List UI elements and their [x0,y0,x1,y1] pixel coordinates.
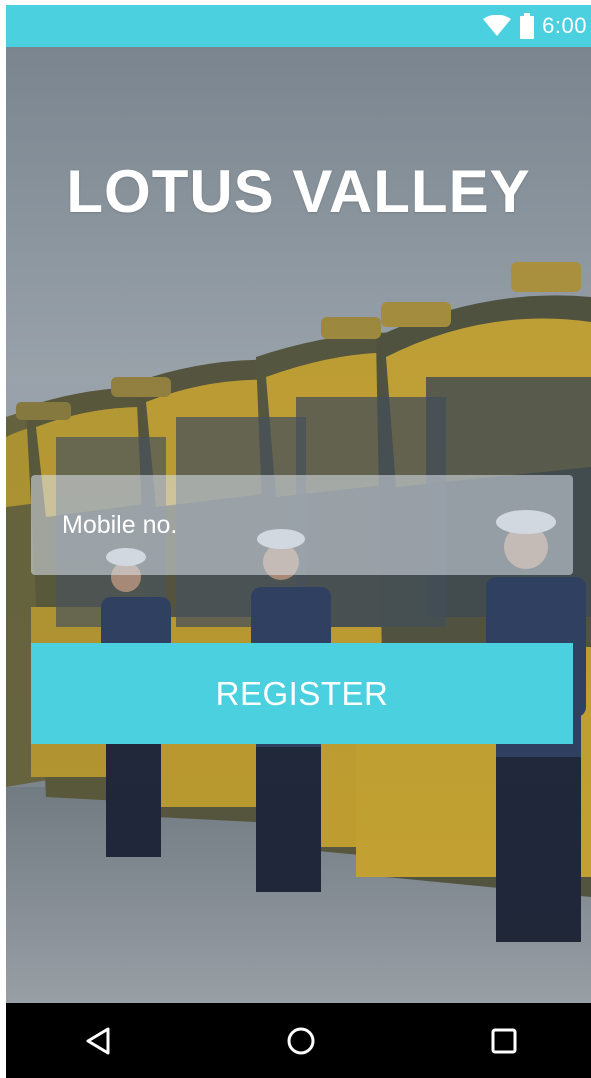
wifi-icon [483,15,512,36]
recents-icon [491,1028,517,1053]
registration-screen: LOTUS VALLEY Mobile no. REGISTER [6,47,591,1003]
nav-recents-button[interactable] [459,1003,549,1078]
home-icon [287,1027,315,1054]
mobile-number-placeholder: Mobile no. [62,510,178,539]
register-button-label: REGISTER [215,674,389,712]
status-clock: 6:00 [542,13,587,38]
status-icons: 6:00 [482,5,587,47]
nav-back-button[interactable] [53,1003,143,1078]
phone-screen: 6:00 LOTUS VALLEY Mobile no. REGISTER [6,5,591,1078]
nav-home-button[interactable] [256,1003,346,1078]
mobile-number-input[interactable]: Mobile no. [31,475,573,575]
register-button[interactable]: REGISTER [31,643,573,744]
status-bar: 6:00 [6,5,591,47]
battery-icon [520,13,535,39]
app-title: LOTUS VALLEY [66,158,531,225]
back-icon [86,1027,110,1054]
navigation-bar [6,1003,591,1078]
